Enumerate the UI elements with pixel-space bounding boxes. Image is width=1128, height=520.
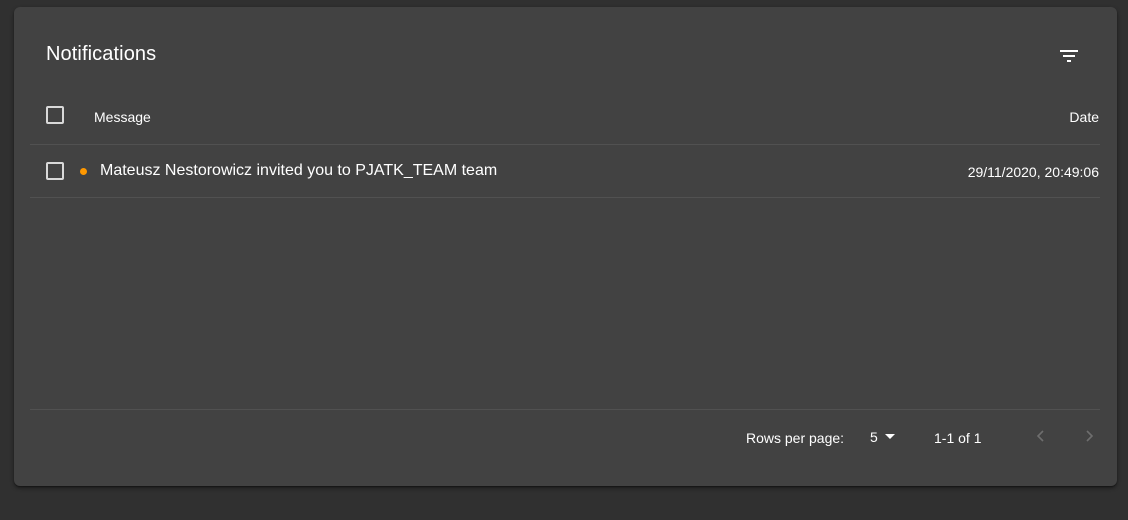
previous-page-button[interactable] [1028, 423, 1054, 449]
caret-down-icon [885, 434, 895, 439]
row-checkbox[interactable] [46, 162, 64, 180]
rows-per-page-label: Rows per page: [746, 430, 845, 446]
notifications-toolbar: Notifications [14, 7, 1117, 101]
table-row[interactable]: Mateusz Nestorowicz invited you to PJATK… [30, 145, 1100, 198]
filter-list-icon [1060, 50, 1078, 62]
column-header-message[interactable]: Message [94, 109, 151, 125]
table-pagination: Rows per page: 5 1-1 of 1 [30, 409, 1100, 462]
unread-indicator [80, 168, 87, 175]
pagination-range: 1-1 of 1 [934, 430, 982, 446]
filter-button[interactable] [1047, 34, 1091, 78]
notification-date: 29/11/2020, 20:49:06 [967, 164, 1099, 180]
chevron-left-icon [1036, 430, 1044, 442]
page-title: Notifications [46, 43, 157, 65]
select-all-checkbox[interactable] [46, 106, 64, 124]
table-header-row: Message Date [30, 93, 1100, 145]
next-page-button[interactable] [1076, 423, 1102, 449]
notifications-card: Notifications Message Date Mateusz Nesto… [14, 7, 1117, 486]
rows-per-page-value: 5 [870, 429, 878, 445]
chevron-right-icon [1086, 430, 1094, 442]
rows-per-page-select[interactable]: 5 [870, 426, 910, 448]
column-header-date[interactable]: Date [1069, 109, 1099, 125]
notification-message: Mateusz Nestorowicz invited you to PJATK… [100, 162, 498, 179]
